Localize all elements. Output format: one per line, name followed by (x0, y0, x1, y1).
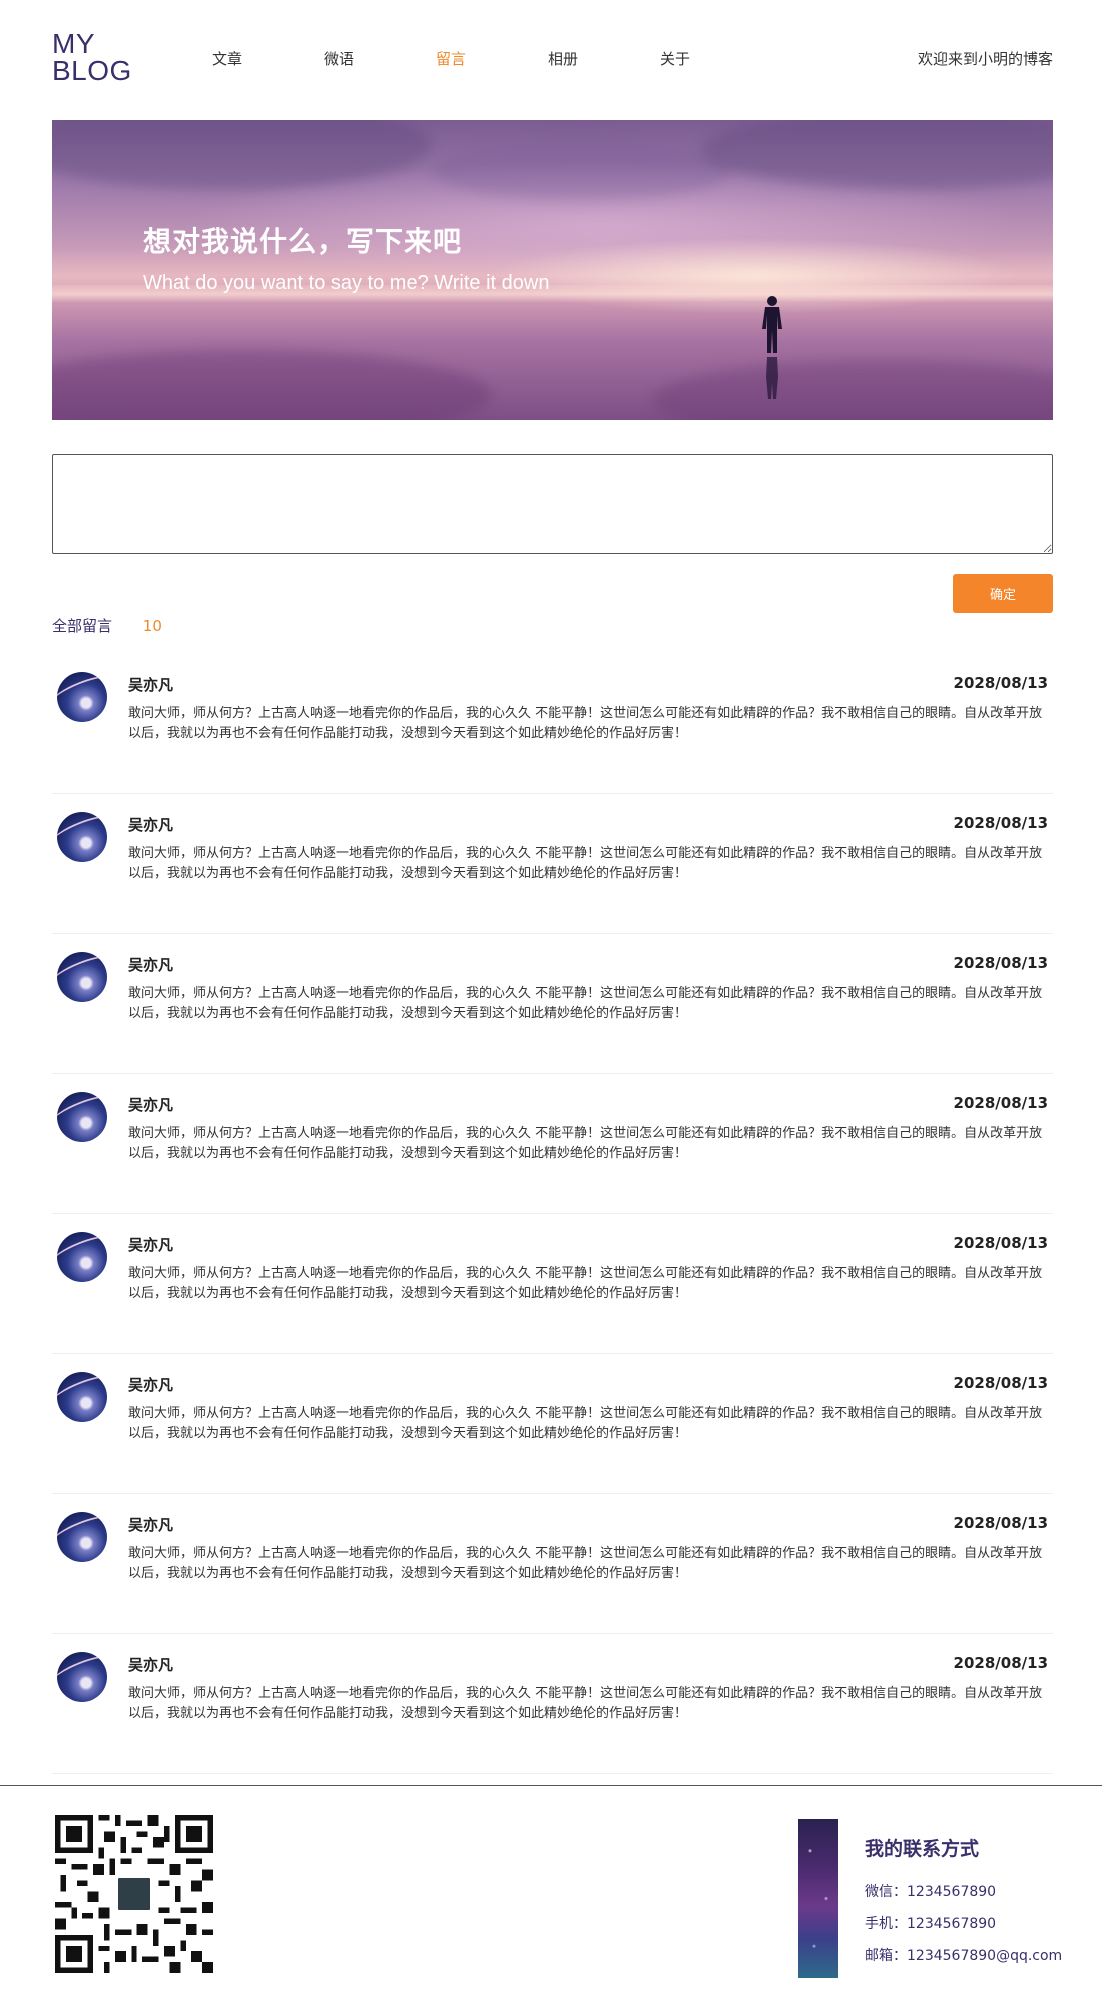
message-content: 敢问大师，师从何方？上古高人呐逐一地看完你的作品后，我的心久久 不能平静！这世间… (128, 1406, 1043, 1441)
avatar[interactable] (57, 1372, 107, 1422)
author-name: 吴亦凡 (128, 1096, 174, 1114)
list-item: 吴亦凡 2028/08/13 敢问大师，师从何方？上古高人呐逐一地看完你的作品后… (52, 1214, 1053, 1354)
list-item: 吴亦凡 2028/08/13 敢问大师，师从何方？上古高人呐逐一地看完你的作品后… (52, 934, 1053, 1074)
avatar[interactable] (57, 1232, 107, 1282)
qr-center-logo (115, 1875, 153, 1913)
list-item: 吴亦凡 2028/08/13 敢问大师，师从何方？上古高人呐逐一地看完你的作品后… (52, 1494, 1053, 1634)
post-date: 2028/08/13 (953, 1374, 1048, 1392)
contact-title: 我的联系方式 (865, 1838, 980, 1860)
post-date: 2028/08/13 (953, 1234, 1048, 1252)
nav-item-messages[interactable]: 留言 (436, 48, 548, 69)
message-content: 敢问大师，师从何方？上古高人呐逐一地看完你的作品后，我的心久久 不能平静！这世间… (128, 986, 1043, 1021)
list-item: 吴亦凡 2028/08/13 敢问大师，师从何方？上古高人呐逐一地看完你的作品后… (52, 1074, 1053, 1214)
nav-item-album[interactable]: 相册 (548, 48, 660, 69)
avatar[interactable] (57, 1092, 107, 1142)
author-name: 吴亦凡 (128, 1516, 174, 1534)
avatar[interactable] (57, 1512, 107, 1562)
nav-item-articles[interactable]: 文章 (212, 48, 324, 69)
message-content: 敢问大师，师从何方？上古高人呐逐一地看完你的作品后，我的心久久 不能平静！这世间… (128, 1686, 1043, 1721)
message-content: 敢问大师，师从何方？上古高人呐逐一地看完你的作品后，我的心久久 不能平静！这世间… (128, 846, 1043, 881)
avatar[interactable] (57, 952, 107, 1002)
walking-person-silhouette (762, 296, 782, 399)
banner-subtitle: What do you want to say to me? Write it … (143, 272, 550, 294)
nav-item-about[interactable]: 关于 (660, 48, 772, 69)
avatar[interactable] (57, 1652, 107, 1702)
list-item: 吴亦凡 2028/08/13 敢问大师，师从何方？上古高人呐逐一地看完你的作品后… (52, 654, 1053, 794)
post-date: 2028/08/13 (953, 1094, 1048, 1112)
confirm-button[interactable]: 确定 (953, 574, 1053, 613)
hero-banner: 想对我说什么，写下来吧 What do you want to say to m… (52, 120, 1053, 420)
post-date: 2028/08/13 (953, 1514, 1048, 1532)
contact-phone: 手机：1234567890 (865, 1916, 997, 1932)
author-name: 吴亦凡 (128, 1656, 174, 1674)
post-date: 2028/08/13 (953, 814, 1048, 832)
site-logo[interactable]: MY BLOG (52, 28, 132, 86)
author-name: 吴亦凡 (128, 676, 174, 694)
site-header: MY BLOG 文章 微语 留言 相册 关于 欢迎来到小明的博客 (52, 0, 1053, 120)
message-list: 吴亦凡 2028/08/13 敢问大师，师从何方？上古高人呐逐一地看完你的作品后… (52, 654, 1053, 1774)
avatar[interactable] (57, 812, 107, 862)
message-content: 敢问大师，师从何方？上古高人呐逐一地看完你的作品后，我的心久久 不能平静！这世间… (128, 706, 1043, 741)
list-item: 吴亦凡 2028/08/13 敢问大师，师从何方？上古高人呐逐一地看完你的作品后… (52, 1634, 1053, 1774)
footer-divider (0, 1785, 1102, 1786)
message-content: 敢问大师，师从何方？上古高人呐逐一地看完你的作品后，我的心久久 不能平静！这世间… (128, 1126, 1043, 1161)
welcome-text: 欢迎来到小明的博客 (917, 50, 1053, 68)
galaxy-image (798, 1819, 838, 1978)
main-nav: 文章 微语 留言 相册 关于 (212, 48, 772, 69)
post-date: 2028/08/13 (953, 674, 1048, 692)
message-count: 10 (142, 617, 162, 635)
logo-line-1: MY (52, 28, 95, 59)
author-name: 吴亦凡 (128, 1376, 174, 1394)
list-item: 吴亦凡 2028/08/13 敢问大师，师从何方？上古高人呐逐一地看完你的作品后… (52, 794, 1053, 934)
contact-email: 邮箱：1234567890@qq.com (865, 1948, 1063, 1964)
post-date: 2028/08/13 (953, 954, 1048, 972)
author-name: 吴亦凡 (128, 956, 174, 974)
message-textarea[interactable] (52, 454, 1053, 554)
nav-item-microblog[interactable]: 微语 (324, 48, 436, 69)
message-content: 敢问大师，师从何方？上古高人呐逐一地看完你的作品后，我的心久久 不能平静！这世间… (128, 1266, 1043, 1301)
message-content: 敢问大师，师从何方？上古高人呐逐一地看完你的作品后，我的心久久 不能平静！这世间… (128, 1546, 1043, 1581)
author-name: 吴亦凡 (128, 816, 174, 834)
message-count-row: 全部留言 10 (52, 615, 162, 636)
logo-line-2: BLOG (52, 55, 132, 86)
banner-title: 想对我说什么，写下来吧 (143, 225, 463, 258)
message-count-label: 全部留言 (52, 617, 113, 635)
qr-code-icon (55, 1815, 213, 1973)
avatar[interactable] (57, 672, 107, 722)
contact-wechat: 微信：1234567890 (865, 1884, 997, 1900)
list-item: 吴亦凡 2028/08/13 敢问大师，师从何方？上古高人呐逐一地看完你的作品后… (52, 1354, 1053, 1494)
post-date: 2028/08/13 (953, 1654, 1048, 1672)
author-name: 吴亦凡 (128, 1236, 174, 1254)
